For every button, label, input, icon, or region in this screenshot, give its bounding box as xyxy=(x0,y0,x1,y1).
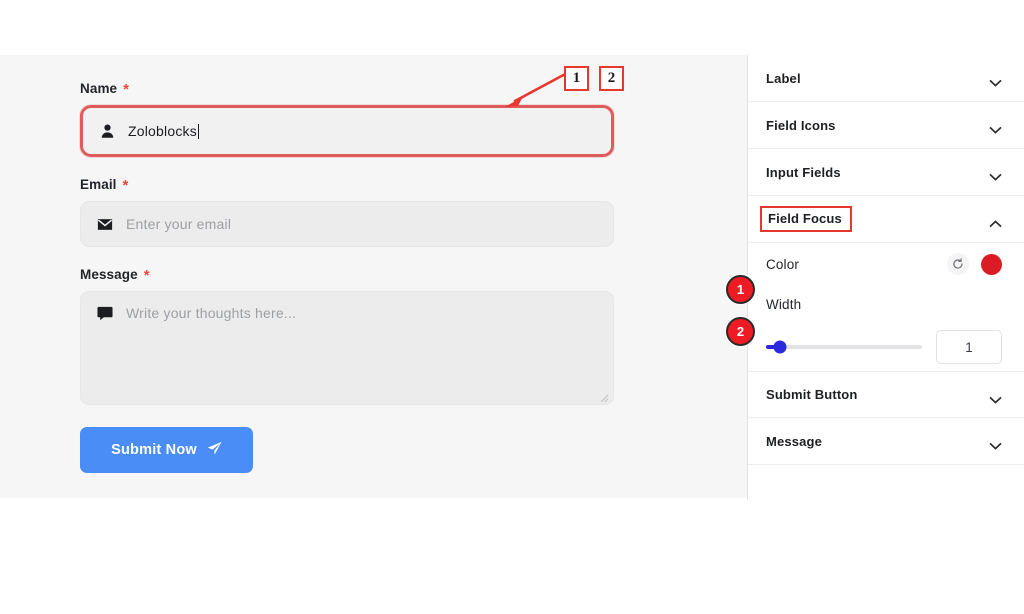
focus-width-input[interactable]: 1 xyxy=(936,330,1002,364)
focus-color-swatch[interactable] xyxy=(981,253,1002,275)
required-marker-name: * xyxy=(123,81,130,98)
accordion-label[interactable]: Label xyxy=(748,55,1024,102)
accordion-label-title: Label xyxy=(766,70,801,86)
accordion-message-title: Message xyxy=(766,433,822,449)
callout-box-1: 1 xyxy=(564,66,589,91)
email-input-placeholder: Enter your email xyxy=(126,216,232,232)
field-block-email: Email * Enter your email xyxy=(80,177,747,247)
step-badge-1: 1 xyxy=(726,275,755,304)
focus-width-slider-row: 1 xyxy=(766,323,1002,371)
callout-box-2: 2 xyxy=(599,66,624,91)
field-label-text-message: Message xyxy=(80,267,138,282)
accordion-input-fields-title: Input Fields xyxy=(766,164,841,180)
accordion-submit-button[interactable]: Submit Button xyxy=(748,371,1024,418)
required-marker-email: * xyxy=(122,177,129,194)
focus-color-row: Color xyxy=(766,243,1002,285)
name-input-value: Zoloblocks xyxy=(128,123,197,139)
accordion-field-focus[interactable]: Field Focus xyxy=(748,196,1024,243)
accordion-submit-button-title: Submit Button xyxy=(766,387,858,402)
message-textarea-placeholder: Write your thoughts here... xyxy=(126,305,297,321)
chevron-down-icon xyxy=(989,391,1002,404)
chevron-down-icon xyxy=(989,121,1002,134)
field-label-message: Message * xyxy=(80,267,747,284)
chevron-down-icon xyxy=(989,74,1002,87)
accordion-field-focus-title: Field Focus xyxy=(760,206,852,232)
required-marker-message: * xyxy=(143,267,150,284)
name-input[interactable]: Zoloblocks xyxy=(80,105,614,157)
screenshot-root: Name * Zoloblocks Email * Enter your ema… xyxy=(0,0,1024,614)
focus-width-label: Width xyxy=(766,296,802,312)
field-label-text-name: Name xyxy=(80,81,118,96)
message-textarea[interactable]: Write your thoughts here... xyxy=(80,291,614,405)
reset-icon[interactable] xyxy=(947,253,969,275)
accordion-input-fields[interactable]: Input Fields xyxy=(748,149,1024,196)
email-input[interactable]: Enter your email xyxy=(80,201,614,247)
content-band: Name * Zoloblocks Email * Enter your ema… xyxy=(0,55,1024,500)
chat-bubble-icon xyxy=(95,306,115,321)
step-badge-2: 2 xyxy=(726,317,755,346)
form-preview-panel: Name * Zoloblocks Email * Enter your ema… xyxy=(0,55,747,498)
user-icon xyxy=(97,123,117,139)
chevron-down-icon xyxy=(989,437,1002,450)
submit-button-label: Submit Now xyxy=(111,442,197,458)
field-block-message: Message * Write your thoughts here... xyxy=(80,267,747,405)
submit-button[interactable]: Submit Now xyxy=(80,427,253,473)
slider-thumb[interactable] xyxy=(773,340,787,354)
field-focus-body: Color Width 1 xyxy=(748,243,1024,371)
focus-width-row: Width xyxy=(766,285,1002,323)
field-block-name: Name * Zoloblocks xyxy=(80,81,747,157)
field-label-text-email: Email xyxy=(80,177,117,192)
accordion-message[interactable]: Message xyxy=(748,418,1024,465)
field-label-email: Email * xyxy=(80,177,747,194)
focus-width-slider[interactable] xyxy=(766,340,922,354)
resize-handle-icon[interactable] xyxy=(598,390,609,403)
text-caret xyxy=(197,123,199,139)
chevron-up-icon xyxy=(989,215,1002,228)
accordion-field-icons-title: Field Icons xyxy=(766,117,836,133)
focus-color-controls xyxy=(947,253,1002,275)
settings-panel: Label Field Icons Input Fields Field Foc… xyxy=(747,55,1024,500)
envelope-icon xyxy=(95,218,115,231)
paper-plane-icon xyxy=(207,441,222,460)
focus-color-label: Color xyxy=(766,256,800,272)
chevron-down-icon xyxy=(989,168,1002,181)
field-label-name: Name * xyxy=(80,81,747,98)
accordion-field-icons[interactable]: Field Icons xyxy=(748,102,1024,149)
